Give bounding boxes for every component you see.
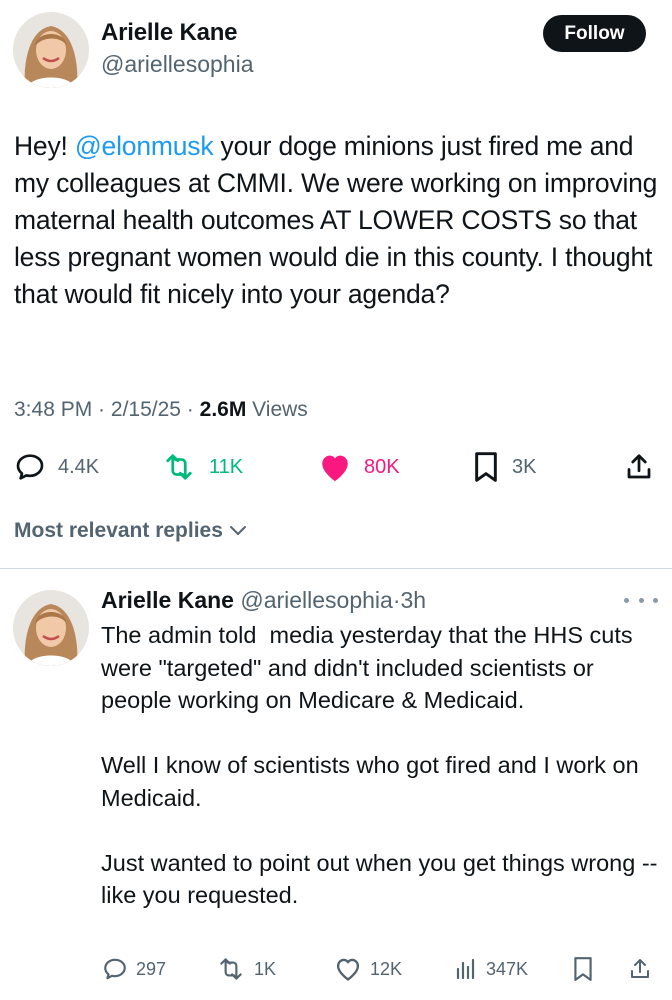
repost-icon [220,958,242,980]
meta-separator: · [392,587,401,613]
reply-author-handle[interactable]: @ariellesophia [240,587,393,613]
reply-age[interactable]: 3h [401,587,427,613]
reply-reply-button[interactable]: 297 [102,950,166,988]
divider [0,568,672,569]
reply-avatar[interactable] [13,590,89,666]
reply-like-button[interactable]: 12K [334,950,402,988]
avatar[interactable] [13,12,89,88]
like-button[interactable]: 80K [318,446,400,488]
reply-bookmark-button[interactable] [572,950,594,988]
tweet-header: Arielle Kane @ariellesophia Follow [0,0,672,100]
follow-button[interactable]: Follow [543,15,646,52]
reply-text: The admin told media yesterday that the … [101,622,658,908]
reply-views-button[interactable]: 347K [454,950,528,988]
reply-actions: 297 1K 12K 347K [0,950,672,988]
tweet-text: Hey! @elonmusk your doge minions just fi… [14,128,664,313]
share-icon [631,959,649,978]
reply-count: 4.4K [58,455,100,478]
like-count: 80K [364,455,400,478]
heart-filled-icon [322,455,348,482]
reply-share-button[interactable] [628,950,652,988]
chevron-down-icon [229,526,246,535]
tweet-actions: 4.4K 11K 80K 3K [0,446,672,488]
author-handle[interactable]: @ariellesophia [101,51,254,78]
reply-icon [104,958,126,980]
more-dot [624,597,629,603]
reply-header: Arielle Kane @ariellesophia·3h [101,587,426,614]
tweet-text-lead: Hey! [14,131,75,161]
repost-count: 11K [209,455,244,478]
reply-icon [16,454,44,480]
reply-repost-button[interactable]: 1K [216,950,276,988]
share-button[interactable] [624,446,654,488]
more-dot [638,597,644,603]
repost-icon [166,454,192,480]
more-dot [653,597,658,603]
views-count: 2.6M [199,398,247,421]
mention-link[interactable]: @elonmusk [75,131,214,161]
views-label: Views [252,398,308,421]
meta-separator: · [180,398,200,421]
author-name[interactable]: Arielle Kane [101,19,238,47]
share-icon [627,454,651,479]
bookmark-icon [574,957,592,981]
sort-label: Most relevant replies [14,519,223,542]
bookmark-count: 3K [512,455,537,478]
tweet-date[interactable]: 2/15/25 [111,398,181,421]
reply-reply-count: 297 [136,958,167,979]
analytics-icon [456,958,475,980]
reply-button[interactable]: 4.4K [14,446,99,488]
bookmark-icon [475,452,497,482]
reply-like-count: 12K [370,958,403,979]
tweet-time[interactable]: 3:48 PM [14,398,92,421]
heart-icon [336,958,360,981]
reply-repost-count: 1K [254,958,277,979]
reply-author-name[interactable]: Arielle Kane [101,587,234,613]
tweet-meta: 3:48 PM · 2/15/25 · 2.6M Views [14,398,308,422]
bookmark-button[interactable]: 3K [472,446,536,488]
reply-views-count: 347K [486,958,529,979]
reply-sort-selector[interactable]: Most relevant replies [14,519,247,543]
repost-button[interactable]: 11K [161,446,243,488]
more-options-button[interactable] [624,590,658,610]
meta-separator: · [92,398,111,421]
